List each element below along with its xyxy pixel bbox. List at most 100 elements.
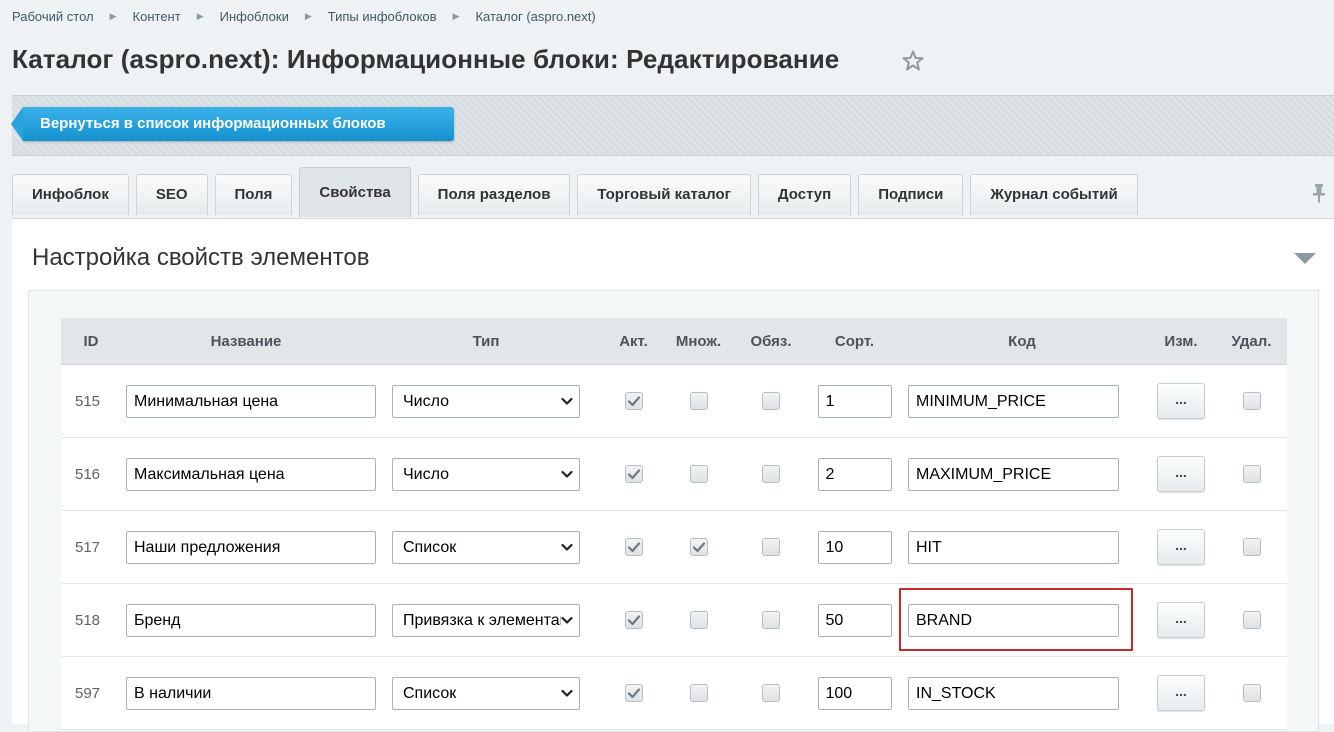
- code-cell: MINIMUM_PRICE: [898, 364, 1146, 438]
- tab-seo[interactable]: SEO: [135, 174, 208, 215]
- delete-checkbox[interactable]: [1242, 392, 1261, 411]
- active-cell: [601, 656, 666, 730]
- active-checkbox[interactable]: [624, 684, 643, 703]
- sort-cell: 10: [811, 510, 898, 584]
- properties-panel: Настройка свойств элементов ID Название …: [12, 218, 1334, 732]
- tab-fields[interactable]: Поля: [214, 174, 293, 215]
- property-name-input[interactable]: В наличии: [126, 676, 376, 710]
- pin-icon[interactable]: [1312, 183, 1326, 203]
- edit-property-button[interactable]: ...: [1157, 602, 1205, 638]
- property-type-value: Число: [403, 465, 450, 483]
- type-cell: Привязка к элементам: [371, 583, 601, 657]
- tab-captions[interactable]: Подписи: [858, 174, 964, 215]
- sort-input[interactable]: 10: [817, 530, 892, 564]
- property-code-input[interactable]: BRAND: [908, 603, 1119, 637]
- type-cell: Список: [371, 510, 601, 584]
- property-name-input[interactable]: Максимальная цена: [126, 457, 376, 491]
- property-id: 517: [61, 510, 121, 584]
- property-type-select[interactable]: Список: [392, 676, 580, 710]
- check-icon: [627, 615, 640, 626]
- star-icon[interactable]: [901, 49, 925, 73]
- tab-access[interactable]: Доступ: [757, 174, 852, 215]
- multiple-checkbox[interactable]: [689, 684, 708, 703]
- chevron-right-icon: ▶: [304, 11, 312, 21]
- column-header-delete: Удал.: [1216, 318, 1287, 365]
- required-checkbox[interactable]: [762, 392, 780, 411]
- property-type-select[interactable]: Список: [392, 530, 580, 564]
- collapse-arrow-icon[interactable]: [1294, 253, 1316, 265]
- edit-cell: ...: [1146, 656, 1216, 730]
- back-to-list-button[interactable]: Вернуться в список информационных блоков: [11, 107, 454, 141]
- required-cell: [731, 510, 811, 584]
- code-cell: BRAND: [898, 583, 1146, 657]
- delete-checkbox[interactable]: [1242, 684, 1261, 703]
- required-checkbox[interactable]: [762, 684, 780, 703]
- delete-cell: [1216, 583, 1287, 657]
- sort-cell: 50: [811, 583, 898, 657]
- property-name-input[interactable]: Минимальная цена: [126, 384, 376, 418]
- multiple-checkbox[interactable]: [689, 538, 708, 557]
- active-checkbox[interactable]: [624, 392, 643, 411]
- multiple-checkbox[interactable]: [689, 392, 708, 411]
- chevron-right-icon: ▶: [109, 11, 117, 21]
- sort-input[interactable]: 1: [817, 384, 892, 418]
- edit-property-button[interactable]: ...: [1157, 675, 1205, 711]
- edit-property-button[interactable]: ...: [1157, 456, 1205, 492]
- property-code-input[interactable]: IN_STOCK: [908, 676, 1119, 710]
- multiple-checkbox[interactable]: [689, 465, 708, 484]
- breadcrumb-item-desktop[interactable]: Рабочий стол: [12, 9, 94, 24]
- column-header-active: Акт.: [601, 318, 666, 365]
- active-checkbox[interactable]: [624, 465, 643, 484]
- column-header-type: Тип: [371, 318, 601, 365]
- table-header-row: ID Название Тип Акт. Множ. Обяз. Сорт. К…: [61, 318, 1287, 365]
- property-code-input[interactable]: MINIMUM_PRICE: [908, 384, 1119, 418]
- chevron-down-icon: [561, 543, 573, 551]
- required-checkbox[interactable]: [762, 611, 780, 630]
- breadcrumb-item-content[interactable]: Контент: [133, 9, 181, 24]
- edit-property-button[interactable]: ...: [1157, 529, 1205, 565]
- tab-event-log[interactable]: Журнал событий: [970, 174, 1138, 215]
- tab-trade-catalog[interactable]: Торговый каталог: [577, 174, 751, 215]
- edit-property-button[interactable]: ...: [1157, 383, 1205, 419]
- chevron-down-icon: [561, 397, 573, 405]
- edit-cell: ...: [1146, 437, 1216, 511]
- table-row: 518 Бренд Привязка к элементам 50 BRAND...: [61, 583, 1287, 657]
- property-id: 597: [61, 656, 121, 730]
- multiple-checkbox[interactable]: [689, 611, 708, 630]
- property-name-input[interactable]: Наши предложения: [126, 530, 376, 564]
- delete-checkbox[interactable]: [1242, 465, 1261, 484]
- type-cell: Число: [371, 437, 601, 511]
- sort-input[interactable]: 2: [817, 457, 892, 491]
- section-title: Настройка свойств элементов: [32, 244, 370, 271]
- breadcrumb-item-iblocks[interactable]: Инфоблоки: [220, 9, 289, 24]
- table-row: 515 Минимальная цена Число 1 MINIMUM_PRICE..…: [61, 364, 1287, 438]
- sort-input[interactable]: 50: [817, 603, 892, 637]
- tab-properties[interactable]: Свойства: [299, 167, 411, 217]
- breadcrumb-item-catalog[interactable]: Каталог (aspro.next): [475, 9, 595, 24]
- property-type-select[interactable]: Число: [392, 384, 580, 418]
- property-type-select[interactable]: Привязка к элементам: [392, 603, 580, 637]
- column-header-name: Название: [121, 318, 371, 365]
- breadcrumb-item-iblock-types[interactable]: Типы инфоблоков: [328, 9, 437, 24]
- property-code-input[interactable]: HIT: [908, 530, 1119, 564]
- required-checkbox[interactable]: [762, 538, 780, 557]
- property-code-input[interactable]: MAXIMUM_PRICE: [908, 457, 1119, 491]
- required-checkbox[interactable]: [762, 465, 780, 484]
- property-type-value: Список: [403, 538, 457, 556]
- tab-section-fields[interactable]: Поля разделов: [417, 174, 571, 215]
- type-cell: Список: [371, 656, 601, 730]
- property-id: 518: [61, 583, 121, 657]
- chevron-down-icon: [561, 689, 573, 697]
- active-checkbox[interactable]: [624, 538, 643, 557]
- property-type-select[interactable]: Число: [392, 457, 580, 491]
- active-checkbox[interactable]: [624, 611, 643, 630]
- table-row: 516 Максимальная цена Число 2 MAXIMUM_PRICE.…: [61, 437, 1287, 511]
- property-type-value: Привязка к элементам: [403, 611, 561, 629]
- delete-checkbox[interactable]: [1242, 611, 1261, 630]
- property-name-input[interactable]: Бренд: [126, 603, 376, 637]
- delete-checkbox[interactable]: [1242, 538, 1261, 557]
- tab-infoblock[interactable]: Инфоблок: [12, 174, 129, 215]
- property-type-value: Список: [403, 684, 457, 702]
- sort-input[interactable]: 100: [817, 676, 892, 710]
- edit-cell: ...: [1146, 510, 1216, 584]
